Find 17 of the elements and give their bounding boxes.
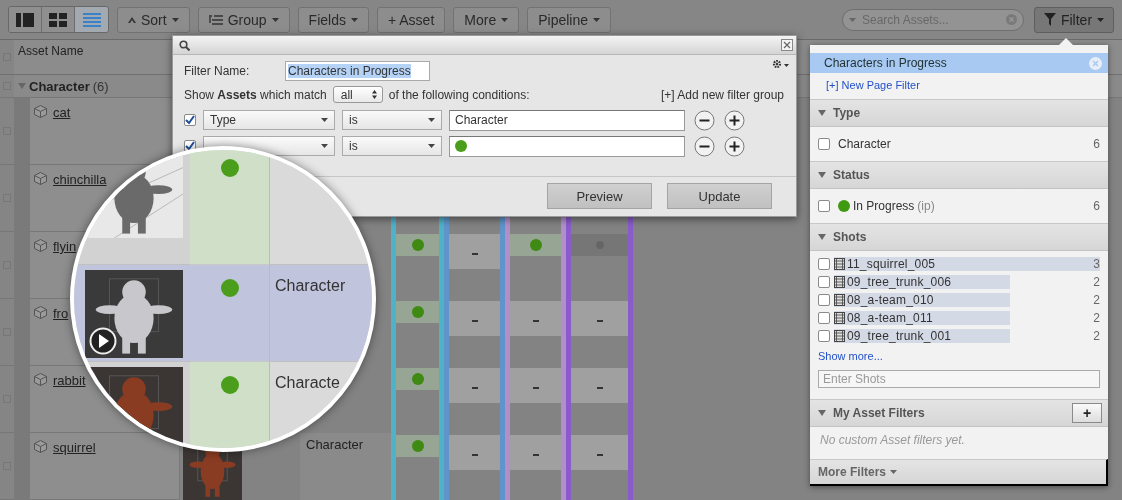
status-code: (ip) <box>917 199 935 213</box>
count-label: 2 <box>1092 329 1100 343</box>
empty-message: No custom Asset filters yet. <box>819 432 966 449</box>
match-suffix: of the following conditions: <box>388 87 530 102</box>
type-label: Character <box>306 437 364 452</box>
count-label: 2 <box>1092 293 1100 307</box>
count-label: 6 <box>1092 199 1100 213</box>
group-count: (6) <box>92 78 109 94</box>
match-text: Show Assets which match <box>184 87 327 102</box>
group-label: Character <box>29 78 90 94</box>
field-label: Filter Name: <box>184 64 251 78</box>
count-label: 3 <box>1092 257 1100 271</box>
type-label: Character <box>275 277 346 294</box>
count-label: 6 <box>1092 137 1100 151</box>
count-label: 2 <box>1092 275 1100 289</box>
count-label: 2 <box>1092 311 1100 325</box>
type-label: Characte <box>275 374 340 391</box>
